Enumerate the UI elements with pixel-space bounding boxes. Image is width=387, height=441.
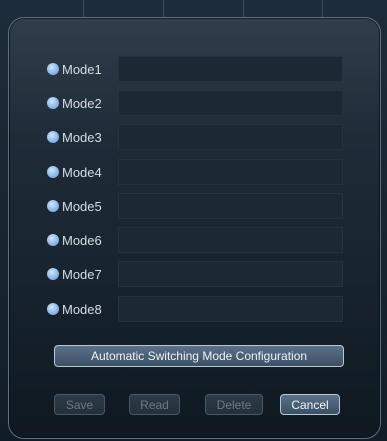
mode-row-4[interactable]: Mode4 bbox=[47, 158, 343, 186]
mode-row-8[interactable]: Mode8 bbox=[47, 295, 343, 323]
mode-row-2[interactable]: Mode2 bbox=[47, 89, 343, 117]
radio-icon[interactable] bbox=[47, 63, 59, 75]
mode-label: Mode8 bbox=[62, 301, 102, 317]
radio-icon[interactable] bbox=[47, 303, 59, 315]
mode-1-field[interactable] bbox=[118, 56, 343, 82]
background-divider bbox=[243, 0, 244, 18]
mode-label: Mode7 bbox=[62, 266, 102, 282]
cancel-button[interactable]: Cancel bbox=[280, 394, 340, 415]
mode-6-field[interactable] bbox=[118, 227, 343, 253]
mode-3-field[interactable] bbox=[118, 124, 343, 150]
mode-dialog: Mode1 Mode2 Mode3 Mode4 Mode5 Mode6 Mode… bbox=[8, 17, 381, 439]
mode-5-field[interactable] bbox=[118, 193, 343, 219]
read-button[interactable]: Read bbox=[129, 394, 180, 415]
mode-8-field[interactable] bbox=[118, 296, 343, 322]
radio-icon[interactable] bbox=[47, 234, 59, 246]
mode-7-field[interactable] bbox=[118, 261, 343, 287]
mode-row-6[interactable]: Mode6 bbox=[47, 226, 343, 254]
mode-row-1[interactable]: Mode1 bbox=[47, 55, 343, 83]
background-divider bbox=[163, 0, 164, 18]
mode-label: Mode5 bbox=[62, 198, 102, 214]
mode-label: Mode3 bbox=[62, 129, 102, 145]
mode-row-3[interactable]: Mode3 bbox=[47, 123, 343, 151]
background-divider bbox=[322, 0, 323, 18]
radio-icon[interactable] bbox=[47, 200, 59, 212]
mode-label: Mode6 bbox=[62, 232, 102, 248]
mode-label: Mode4 bbox=[62, 164, 102, 180]
background-divider bbox=[83, 0, 84, 18]
mode-2-field[interactable] bbox=[118, 90, 343, 116]
mode-label: Mode2 bbox=[62, 95, 102, 111]
radio-icon[interactable] bbox=[47, 97, 59, 109]
auto-switch-config-button[interactable]: Automatic Switching Mode Configuration bbox=[54, 345, 344, 367]
mode-4-field[interactable] bbox=[118, 159, 343, 185]
mode-label: Mode1 bbox=[62, 61, 102, 77]
mode-row-5[interactable]: Mode5 bbox=[47, 192, 343, 220]
radio-icon[interactable] bbox=[47, 131, 59, 143]
mode-row-7[interactable]: Mode7 bbox=[47, 260, 343, 288]
delete-button[interactable]: Delete bbox=[205, 394, 263, 415]
radio-icon[interactable] bbox=[47, 166, 59, 178]
save-button[interactable]: Save bbox=[54, 394, 105, 415]
radio-icon[interactable] bbox=[47, 268, 59, 280]
